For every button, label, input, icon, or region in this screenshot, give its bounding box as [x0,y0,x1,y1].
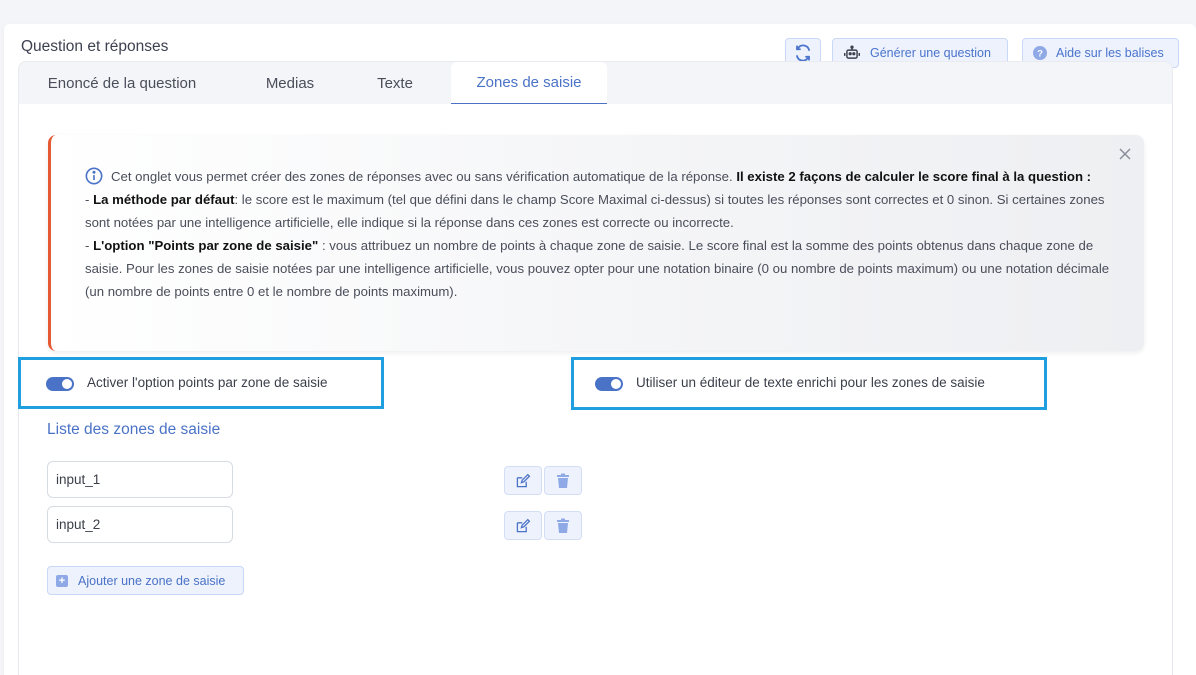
tab-bar: Enoncé de la question Medias Texte Zones… [18,61,1173,105]
add-zone-label: Ajouter une zone de saisie [78,573,226,588]
zone-input-1[interactable] [47,461,233,498]
robot-icon [844,45,860,59]
edit-icon [516,518,531,532]
delete-zone-2-button[interactable] [544,511,582,540]
zones-list-title: Liste des zones de saisie [47,421,221,438]
close-icon[interactable] [1118,147,1132,161]
rich-editor-toggle[interactable] [595,377,623,391]
generate-question-label: Générer une question [870,46,991,60]
alert-intro-bold: Il existe 2 façons de calculer le score … [736,169,1092,184]
info-icon [85,167,103,185]
trash-icon [557,518,569,533]
tags-help-label: Aide sur les balises [1056,46,1164,60]
method-1-title: La méthode par défaut [93,192,235,207]
info-alert: Cet onglet vous permet créer des zones d… [48,135,1144,351]
svg-text:?: ? [1037,49,1043,60]
add-zone-button[interactable]: + Ajouter une zone de saisie [47,566,244,595]
refresh-icon [796,44,810,62]
tab-question-statement[interactable]: Enoncé de la question [19,62,225,105]
tab-input-zones[interactable]: Zones de saisie [451,62,607,105]
method-1-prefix: - [85,192,94,207]
edit-icon [516,473,531,487]
card-title: Question et réponses [21,38,169,55]
alert-text: Cet onglet vous permet créer des zones d… [85,165,1119,303]
plus-icon: + [56,574,68,587]
edit-zone-2-button[interactable] [504,511,542,540]
method-2-prefix: - [85,238,94,253]
tab-text[interactable]: Texte [355,62,435,105]
points-per-zone-toggle[interactable] [46,377,74,391]
delete-zone-1-button[interactable] [544,466,582,495]
edit-zone-1-button[interactable] [504,466,542,495]
method-2-title: L'option "Points par zone de saisie" [93,238,319,253]
question-circle-icon: ? [1033,46,1047,60]
trash-icon [557,473,569,488]
alert-intro: Cet onglet vous permet créer des zones d… [111,169,737,184]
zone-input-2[interactable] [47,506,233,543]
points-per-zone-label: Activer l'option points par zone de sais… [87,375,328,390]
tab-medias[interactable]: Medias [225,62,355,105]
rich-editor-label: Utiliser un éditeur de texte enrichi pou… [636,375,985,390]
method-1-text: : le score est le maximum (tel que défin… [85,192,1105,230]
